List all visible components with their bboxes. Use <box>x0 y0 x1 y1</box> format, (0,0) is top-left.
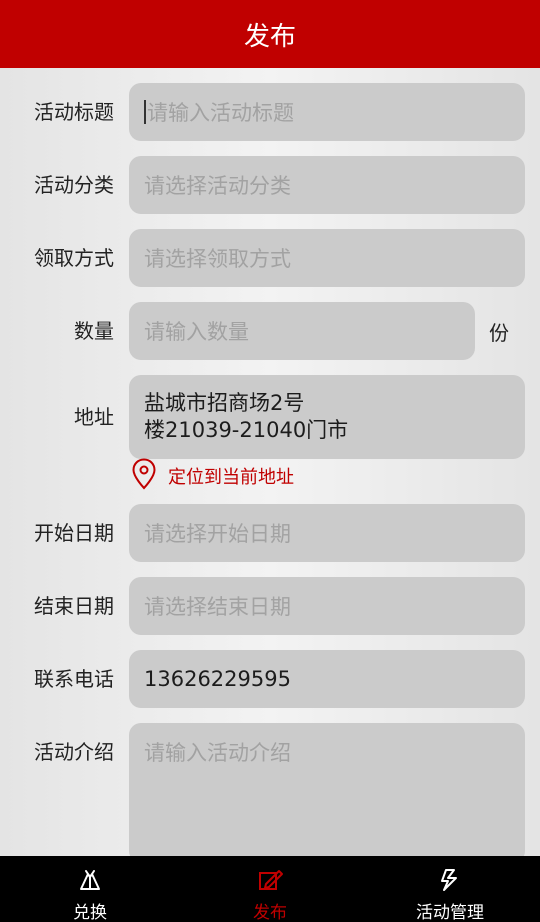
start-date-label: 开始日期 <box>34 521 114 545</box>
intro-textarea[interactable]: 请输入活动介绍 <box>129 723 525 863</box>
title-input[interactable]: 请输入活动标题 <box>129 83 525 141</box>
tab-exchange-label: 兑换 <box>73 903 107 922</box>
address-input[interactable]: 盐城市招商场2号 楼21039-21040门市 <box>129 375 525 459</box>
tab-exchange[interactable]: 兑换 <box>30 856 150 922</box>
title-placeholder: 请输入活动标题 <box>147 101 294 125</box>
start-date-select[interactable]: 请选择开始日期 <box>129 504 525 562</box>
title-label: 活动标题 <box>34 100 114 124</box>
method-select[interactable]: 请选择领取方式 <box>129 229 525 287</box>
manage-icon <box>438 868 462 896</box>
phone-input[interactable]: 13626229595 <box>129 650 525 708</box>
address-line-1: 盐城市招商场2号 <box>144 391 305 415</box>
address-line-2: 楼21039-21040门市 <box>144 418 349 442</box>
text-cursor <box>144 100 146 124</box>
header-bar: 发布 <box>0 0 540 68</box>
tab-publish[interactable]: 发布 <box>210 856 330 922</box>
method-placeholder: 请选择领取方式 <box>144 247 291 271</box>
tab-manage-label: 活动管理 <box>416 903 484 922</box>
address-value: 盐城市招商场2号 楼21039-21040门市 <box>144 390 348 444</box>
tab-manage[interactable]: 活动管理 <box>390 856 510 922</box>
start-date-placeholder: 请选择开始日期 <box>144 522 291 546</box>
end-date-placeholder: 请选择结束日期 <box>144 595 291 619</box>
exchange-icon <box>78 868 102 896</box>
phone-label: 联系电话 <box>34 667 114 691</box>
phone-value: 13626229595 <box>144 667 291 691</box>
intro-label: 活动介绍 <box>34 740 114 764</box>
quantity-label: 数量 <box>74 319 114 343</box>
end-date-select[interactable]: 请选择结束日期 <box>129 577 525 635</box>
quantity-placeholder: 请输入数量 <box>144 320 249 344</box>
category-placeholder: 请选择活动分类 <box>144 174 291 198</box>
quantity-unit: 份 <box>489 321 509 345</box>
location-pin-icon <box>132 458 156 494</box>
locate-current-address-button[interactable]: 定位到当前地址 <box>132 458 294 494</box>
page-title: 发布 <box>243 21 296 52</box>
locate-text: 定位到当前地址 <box>168 467 294 488</box>
category-select[interactable]: 请选择活动分类 <box>129 156 525 214</box>
tab-publish-label: 发布 <box>253 903 287 922</box>
bottom-tab-bar: 兑换 发布 活动管理 <box>0 856 540 922</box>
address-label: 地址 <box>74 405 114 429</box>
quantity-input[interactable]: 请输入数量 <box>129 302 475 360</box>
method-label: 领取方式 <box>34 246 114 270</box>
category-label: 活动分类 <box>34 173 114 197</box>
end-date-label: 结束日期 <box>34 594 114 618</box>
edit-icon <box>256 868 284 896</box>
intro-placeholder: 请输入活动介绍 <box>144 741 291 765</box>
